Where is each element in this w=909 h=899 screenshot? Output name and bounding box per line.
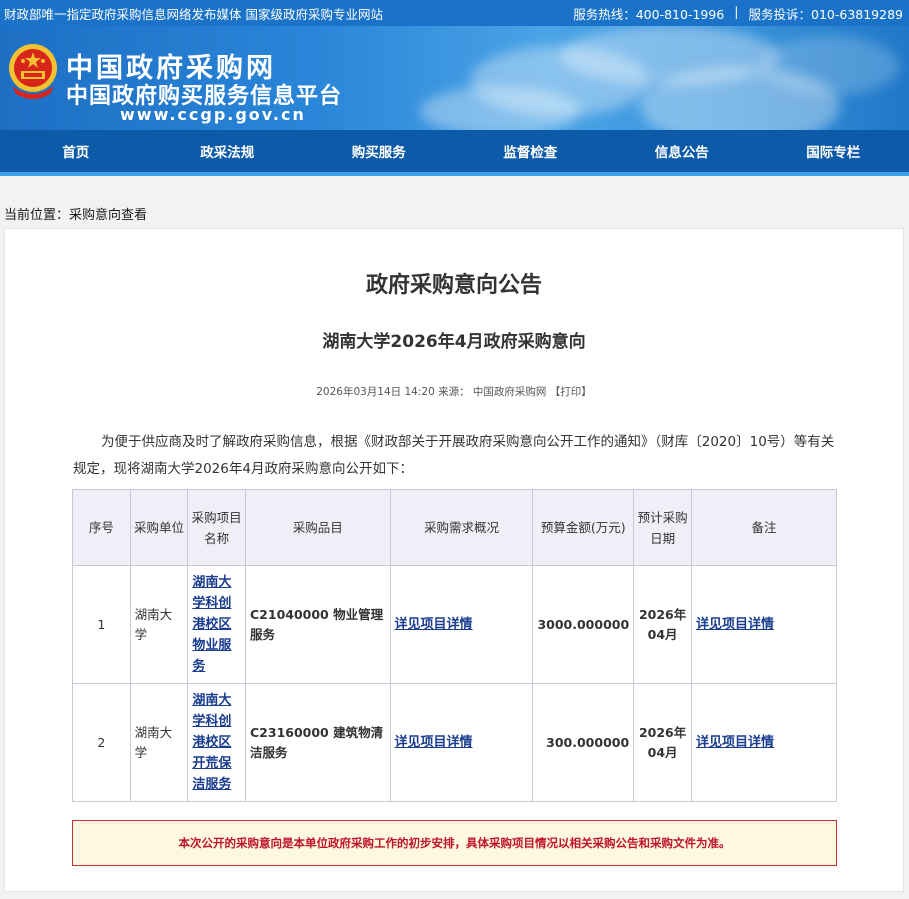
article-paragraph: 为便于供应商及时了解政府采购信息，根据《财政部关于开展政府采购意向公开工作的通知… <box>73 434 835 477</box>
breadcrumb-label: 当前位置： <box>4 208 70 223</box>
project-name-link[interactable]: 湖南大学科创港校区开荒保洁服务 <box>192 693 231 792</box>
complaint-hotline: 服务投诉：010-63819289 <box>748 6 904 22</box>
article-subtitle: 湖南大学2026年4月政府采购意向 <box>322 332 586 352</box>
top-info-bar: 财政部唯一指定政府采购信息网络发布媒体 国家级政府采购专业网站 服务热线：400… <box>0 0 909 26</box>
cell-item: C23160000 建筑物清洁服务 <box>245 683 391 802</box>
header-demand: 采购需求概况 <box>389 489 534 566</box>
cell-seq: 2 <box>72 683 131 802</box>
disclaimer-notice: 本次公开的采购意向是本单位政府采购工作的初步安排，具体采购项目情况以相关采购公告… <box>72 820 837 866</box>
nav-announcements[interactable]: 信息公告 <box>606 130 758 172</box>
header-budget: 预算金额(万元) <box>532 489 635 566</box>
cell-unit: 湖南大学 <box>129 565 189 684</box>
article-card: 政府采购意向公告 湖南大学2026年4月政府采购意向 2026年03月14日 1… <box>4 228 904 892</box>
page-title: 政府采购意向公告 <box>365 273 542 298</box>
site-url: www.ccgp.gov.cn <box>120 105 306 124</box>
main-nav: 首页 政采法规 购买服务 监督检查 信息公告 国际专栏 <box>0 130 909 176</box>
breadcrumb-current: 采购意向查看 <box>69 208 148 223</box>
header-date: 预计采购日期 <box>633 489 693 566</box>
cell-date: 2026年04月 <box>633 683 693 802</box>
demand-detail-link[interactable]: 详见项目详情 <box>395 735 473 750</box>
contact-info: 服务热线：400-810-1996 | 服务投诉：010-63819289 <box>573 4 903 23</box>
header-seq: 序号 <box>72 489 131 566</box>
cell-unit: 湖南大学 <box>129 683 189 802</box>
table-row: 2 湖南大学 湖南大学科创港校区开荒保洁服务 C23160000 建筑物清洁服务… <box>72 683 837 802</box>
header-project: 采购项目名称 <box>187 489 246 566</box>
cell-item: C21040000 物业管理服务 <box>245 565 391 684</box>
cell-budget: 300.000000 <box>532 683 635 802</box>
site-slogan: 财政部唯一指定政府采购信息网络发布媒体 国家级政府采购专业网站 <box>4 6 383 22</box>
nav-home[interactable]: 首页 <box>0 130 152 172</box>
header-item: 采购品目 <box>245 489 391 566</box>
nav-international[interactable]: 国际专栏 <box>758 130 909 172</box>
site-banner: 中国政府采购网 中国政府购买服务信息平台 www.ccgp.gov.cn <box>0 26 909 130</box>
procurement-intent-table: 序号 采购单位 采购项目名称 采购品目 采购需求概况 预算金额(万元) 预计采购… <box>72 489 837 802</box>
nav-purchase-services[interactable]: 购买服务 <box>303 130 455 172</box>
demand-detail-link[interactable]: 详见项目详情 <box>395 617 473 632</box>
table-row: 1 湖南大学 湖南大学科创港校区物业服务 C21040000 物业管理服务 详见… <box>72 565 837 684</box>
project-name-link[interactable]: 湖南大学科创港校区物业服务 <box>192 575 231 674</box>
table-header-row: 序号 采购单位 采购项目名称 采购品目 采购需求概况 预算金额(万元) 预计采购… <box>72 489 837 566</box>
cell-date: 2026年04月 <box>633 565 693 684</box>
nav-regulations[interactable]: 政采法规 <box>152 130 304 172</box>
note-detail-link[interactable]: 详见项目详情 <box>696 735 774 750</box>
header-unit: 采购单位 <box>129 489 189 566</box>
article-meta: 2026年03月14日 14:20 来源： 中国政府采购网 【打印】 <box>316 386 592 398</box>
cell-seq: 1 <box>72 565 131 684</box>
note-detail-link[interactable]: 详见项目详情 <box>696 617 774 632</box>
cell-budget: 3000.000000 <box>532 565 635 684</box>
service-hotline: 服务热线：400-810-1996 <box>573 6 725 22</box>
nav-supervision[interactable]: 监督检查 <box>455 130 607 172</box>
breadcrumb: 当前位置：采购意向查看 <box>0 176 909 232</box>
contact-separator: | <box>734 3 739 19</box>
header-note: 备注 <box>691 489 837 566</box>
national-emblem-icon[interactable] <box>6 42 60 100</box>
